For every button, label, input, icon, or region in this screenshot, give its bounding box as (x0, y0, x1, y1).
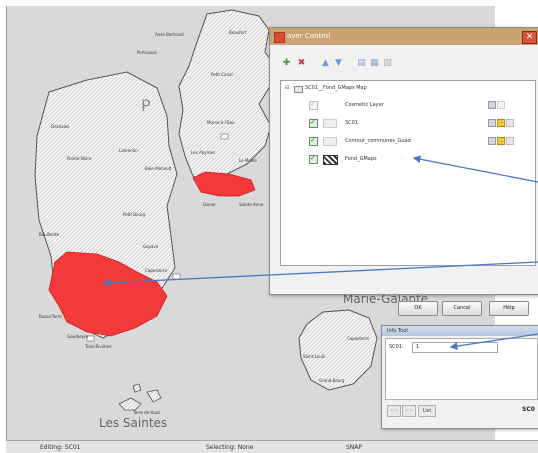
place-label: Baie-Mahault (145, 166, 172, 171)
place-label: Saint-Louis (303, 354, 325, 359)
info-field-value: 1 (416, 344, 420, 350)
info-tool-title: Info Tool (387, 328, 408, 334)
layer-label[interactable]: SC01 (345, 120, 358, 126)
next-button[interactable]: >> (402, 405, 416, 417)
map-icon (294, 86, 303, 93)
raster-layer-icon (323, 155, 338, 165)
help-button[interactable]: Help (489, 301, 529, 316)
app-icon (274, 32, 285, 43)
place-label: Sainte-Anne (239, 202, 264, 207)
info-tool-dialog: Info Tool SC01: 1 << >> List SC0 (381, 325, 538, 429)
place-label: Morne-à-l'Eau (207, 120, 235, 125)
layer-visibility-checkbox[interactable] (309, 118, 318, 128)
info-field-label: SC01: (389, 344, 404, 350)
status-bar: Editing: SC01 Selecting: None SNAP (6, 440, 538, 453)
place-label: Terre de Haut (133, 410, 160, 415)
add-layer-icon[interactable]: ✚ (281, 58, 292, 69)
select-icon[interactable] (497, 137, 505, 145)
place-label: Goyave (143, 244, 159, 249)
place-label: Basse-Terre (39, 314, 62, 319)
edit-icon[interactable] (488, 119, 496, 127)
layer-tree: ⊟ SC01__Fond_GMaps Map Cosmetic Layer SC… (280, 80, 536, 266)
layer-control-title: ayer Control (287, 32, 331, 40)
edit-icon[interactable] (488, 137, 496, 145)
label-icon[interactable] (506, 137, 514, 145)
map-label-les-saintes: Les Saintes (99, 416, 168, 430)
info-field-value-box[interactable]: 1 (412, 342, 498, 353)
display-icon[interactable]: ▦ (369, 58, 380, 69)
info-tool-titlebar[interactable]: Info Tool (382, 326, 538, 336)
place-label: Petit Bourg (123, 212, 146, 217)
les-saintes-islets (118, 383, 162, 411)
layer-visibility-checkbox[interactable] (309, 100, 318, 110)
layer-label[interactable]: Contour_communes_Guad (345, 138, 411, 144)
remove-layer-icon[interactable]: ✖ (296, 58, 307, 69)
list-button[interactable]: List (418, 405, 436, 417)
place-label: Anse Bertrand (155, 32, 184, 37)
place-label: Trois-Rivières (85, 344, 112, 349)
select-icon[interactable] (497, 101, 505, 109)
root-layer-label[interactable]: SC01__Fond_GMaps Map (305, 85, 367, 91)
place-label: Capesterre (145, 268, 167, 273)
status-selecting: Selecting: None (206, 444, 254, 451)
info-tool-body: SC01: 1 (385, 338, 538, 400)
place-label: Pointe-Noire (67, 156, 92, 161)
place-label: Le Moule (239, 158, 257, 163)
label-icon[interactable] (506, 119, 514, 127)
layer-label[interactable]: Cosmetic Layer (345, 102, 384, 108)
place-label: Beaufort (229, 30, 247, 35)
select-icon[interactable] (497, 119, 505, 127)
layer-control-titlebar[interactable]: ayer Control ✕ (270, 28, 538, 45)
grande-terre-island (178, 9, 276, 187)
sc01-polygon-grande-terre (192, 171, 256, 197)
layer-label[interactable]: Fond_GMaps (345, 156, 377, 162)
properties-icon[interactable]: ▤ (356, 58, 367, 69)
place-label: Capesterre (347, 336, 369, 341)
place-label: Deshaies (51, 124, 70, 129)
previous-button[interactable]: << (387, 405, 401, 417)
layer-style-swatch (323, 119, 337, 128)
layer-control-dialog: ayer Control ✕ ✚ ✖ ▲ ▼ ▤ ▦ ▧ ⊟ SC01__Fon… (269, 27, 538, 316)
place-label: Gosier (203, 202, 216, 207)
place-label: Les Abymes (191, 150, 216, 155)
place-label: Port-Louis (137, 50, 157, 55)
style-icon[interactable]: ▧ (382, 58, 393, 69)
place-label: Lamentin (119, 148, 138, 153)
place-label: Grand Bourg (319, 378, 345, 383)
status-editing: Editing: SC01 (40, 444, 81, 451)
cancel-button[interactable]: Cancel (442, 301, 482, 316)
info-right-label: SC0 (522, 406, 535, 413)
map-letter-p: P (141, 96, 151, 115)
close-button[interactable]: ✕ (522, 31, 537, 44)
layer-visibility-checkbox[interactable] (309, 136, 318, 146)
move-up-icon[interactable]: ▲ (320, 58, 331, 69)
ok-button[interactable]: OK (398, 301, 438, 316)
layer-visibility-checkbox[interactable] (309, 154, 318, 164)
move-down-icon[interactable]: ▼ (333, 58, 344, 69)
status-snap[interactable]: SNAP (346, 444, 362, 451)
tree-collapse-icon[interactable]: ⊟ (285, 85, 289, 91)
edit-icon[interactable] (488, 101, 496, 109)
place-label: Gourbeyre (67, 334, 89, 339)
place-label: Petit Canal (211, 72, 233, 77)
layer-style-swatch (323, 137, 337, 146)
place-label: Bouillante (39, 232, 60, 237)
